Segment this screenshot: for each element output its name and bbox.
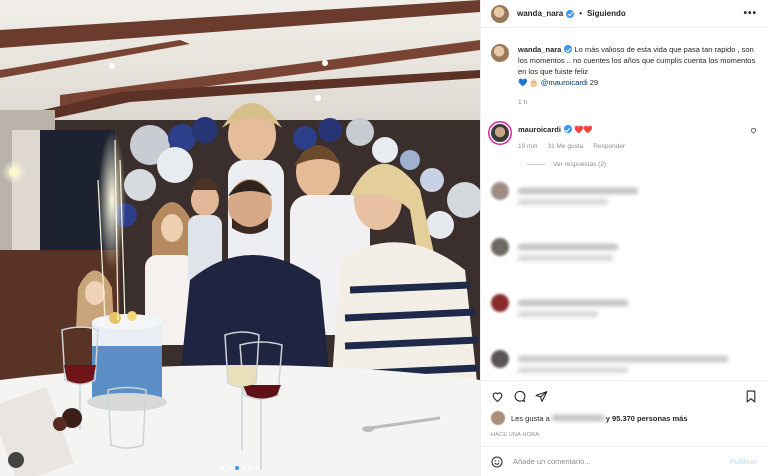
share-send-icon[interactable] [535, 390, 548, 403]
comment-time[interactable]: 19 min [518, 141, 538, 152]
emoji-smiley-icon[interactable] [491, 456, 503, 468]
blurred-liker-name [551, 415, 604, 421]
verified-badge-icon [566, 9, 575, 18]
posted-time: HACE UNA HORA [491, 432, 540, 438]
comment-item: mauroicardi ❤️❤️ 19 min 31 Me gusta Resp… [481, 108, 767, 152]
comment-meta: 19 min 31 Me gusta Responder [518, 141, 625, 152]
caption-time[interactable]: 1 h [518, 97, 757, 108]
party-photo-illustration [0, 0, 480, 476]
blurred-comment [481, 182, 767, 238]
instagram-post-view: wanda_nara • Siguiendo ••• wanda_nara Lo… [0, 0, 767, 476]
caption-author-username[interactable]: wanda_nara [518, 45, 561, 54]
liker-avatar [491, 411, 505, 425]
more-options-icon[interactable]: ••• [743, 8, 757, 19]
verified-badge-icon [564, 45, 573, 53]
comment-like-heart-icon[interactable] [750, 127, 757, 134]
likes-summary[interactable]: Les gusta a y 95.370 personas más [491, 411, 757, 425]
likes-count[interactable]: y 95.370 personas más [606, 414, 688, 423]
blurred-comment [481, 294, 767, 350]
caption-author-avatar[interactable] [491, 44, 509, 62]
post-photo[interactable] [0, 0, 480, 476]
author-username[interactable]: wanda_nara [517, 9, 563, 18]
post-actions: Les gusta a y 95.370 personas más HACE U… [481, 380, 767, 438]
comment-likes[interactable]: 31 Me gusta [548, 141, 584, 152]
caption-emoji: 💙 🎂 [518, 78, 539, 87]
publish-button[interactable]: Publicar [730, 457, 757, 466]
add-comment-input[interactable]: Añade un comentario... [513, 457, 730, 466]
commenter-avatar[interactable] [491, 124, 509, 142]
author-avatar[interactable] [491, 4, 509, 23]
comment-text: ❤️❤️ [574, 125, 593, 134]
blurred-comment [481, 238, 767, 294]
save-bookmark-icon[interactable] [745, 390, 757, 403]
commenter-username[interactable]: mauroicardi [518, 125, 561, 134]
post-caption: wanda_nara Lo más valioso de esta vida q… [481, 28, 767, 108]
caption-mention-link[interactable]: @mauroicardi [541, 78, 588, 87]
verified-badge-icon [563, 125, 572, 133]
post-side-panel: wanda_nara • Siguiendo ••• wanda_nara Lo… [480, 0, 767, 476]
view-replies-button[interactable]: Ver respuestas (2) [527, 161, 767, 168]
comment-reply-button[interactable]: Responder [593, 141, 625, 152]
like-heart-icon[interactable] [491, 390, 504, 403]
add-comment-bar: Añade un comentario... Publicar [481, 446, 767, 476]
following-button[interactable]: Siguiendo [587, 9, 626, 18]
comment-bubble-icon[interactable] [513, 390, 526, 403]
carousel-dots [0, 466, 480, 470]
caption-number: 29 [589, 78, 599, 87]
post-header: wanda_nara • Siguiendo ••• [481, 0, 767, 28]
